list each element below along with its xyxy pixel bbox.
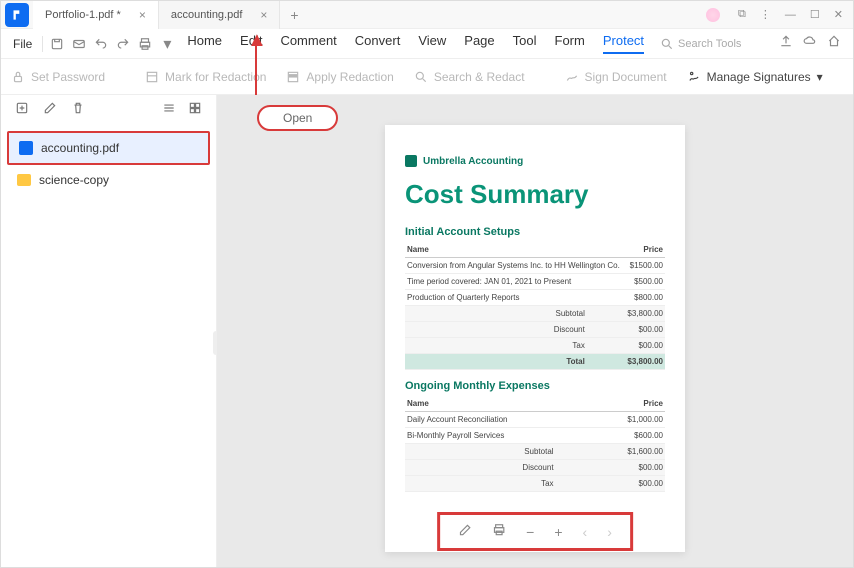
prev-page-icon[interactable]: ‹: [583, 524, 588, 540]
mark-redaction-button[interactable]: Mark for Redaction: [145, 70, 266, 84]
table-row: Tax$00.00: [405, 476, 665, 492]
pdf-file-icon: [19, 141, 33, 155]
table-row: Subtotal$1,600.00: [405, 444, 665, 460]
list-view-icon[interactable]: [162, 101, 176, 120]
dropdown-icon[interactable]: ▾: [157, 34, 177, 54]
share-icon[interactable]: ⧉: [738, 8, 746, 21]
file-menu[interactable]: File: [7, 37, 38, 51]
menu-convert[interactable]: Convert: [355, 33, 401, 54]
table-row: Bi-Monthly Payroll Services$600.00: [405, 428, 665, 444]
table-row: Total$3,800.00: [405, 354, 665, 370]
sign-document-button[interactable]: Sign Document: [565, 70, 667, 84]
menu-comment[interactable]: Comment: [280, 33, 336, 54]
more-icon[interactable]: ⋮: [760, 8, 771, 21]
table-monthly-expenses: NamePrice Daily Account Reconciliation$1…: [405, 396, 665, 492]
protect-toolbar: Set Password Mark for Redaction Apply Re…: [1, 59, 853, 95]
cloud-icon[interactable]: [803, 34, 817, 53]
folder-icon: [17, 174, 31, 186]
zoom-out-icon[interactable]: −: [526, 524, 534, 540]
content-area: Open Umbrella Accounting Cost Summary In…: [217, 95, 853, 567]
tab-label: accounting.pdf: [171, 9, 243, 21]
close-icon[interactable]: ×: [260, 8, 267, 22]
manage-signatures-button[interactable]: Manage Signatures▾: [687, 70, 823, 84]
home-icon[interactable]: [827, 34, 841, 53]
upload-icon[interactable]: [779, 34, 793, 53]
search-tools[interactable]: Search Tools: [660, 37, 741, 51]
page-controls: − + ‹ ›: [437, 512, 633, 551]
table-row: Conversion from Angular Systems Inc. to …: [405, 258, 665, 274]
sidebar-folder-science[interactable]: science-copy: [7, 165, 210, 195]
table-row: Discount$00.00: [405, 322, 665, 338]
menu-form[interactable]: Form: [555, 33, 585, 54]
delete-icon[interactable]: [71, 101, 85, 120]
apply-redaction-button[interactable]: Apply Redaction: [286, 70, 393, 84]
table-row: Discount$00.00: [405, 460, 665, 476]
menubar: File ▾ Home Edit Comment Convert View Pa…: [1, 29, 853, 59]
annotate-icon[interactable]: [458, 523, 472, 540]
doc-title: Cost Summary: [405, 179, 665, 210]
menu-view[interactable]: View: [418, 33, 446, 54]
folder-name: science-copy: [39, 173, 109, 187]
pdf-page: Umbrella Accounting Cost Summary Initial…: [385, 125, 685, 552]
menu-home[interactable]: Home: [187, 33, 222, 54]
print-icon[interactable]: [492, 523, 506, 540]
table-row: Time period covered: JAN 01, 2021 to Pre…: [405, 274, 665, 290]
table-row: Production of Quarterly Reports$800.00: [405, 290, 665, 306]
set-password-button[interactable]: Set Password: [11, 70, 105, 84]
tab-portfolio[interactable]: Portfolio-1.pdf * ×: [33, 1, 159, 29]
open-button[interactable]: Open: [257, 105, 338, 131]
file-name: accounting.pdf: [41, 141, 119, 155]
menu-tool[interactable]: Tool: [513, 33, 537, 54]
table-row: Subtotal$3,800.00: [405, 306, 665, 322]
close-icon[interactable]: ×: [139, 8, 146, 22]
grid-view-icon[interactable]: [188, 101, 202, 120]
mail-icon[interactable]: [69, 34, 89, 54]
menu-edit[interactable]: Edit: [240, 33, 262, 54]
sidebar: accounting.pdf science-copy: [1, 95, 217, 567]
save-icon[interactable]: [47, 34, 67, 54]
minimize-icon[interactable]: —: [785, 9, 796, 21]
tab-accounting[interactable]: accounting.pdf ×: [159, 1, 281, 29]
edit-icon[interactable]: [43, 101, 57, 120]
zoom-in-icon[interactable]: +: [554, 524, 562, 540]
section-heading: Initial Account Setups: [405, 226, 665, 238]
sidebar-file-accounting[interactable]: accounting.pdf: [7, 131, 210, 165]
chevron-down-icon: ▾: [817, 70, 823, 84]
new-tab-button[interactable]: +: [280, 7, 308, 23]
add-icon[interactable]: [15, 101, 29, 120]
brand-logo-icon: [405, 155, 417, 167]
section-heading: Ongoing Monthly Expenses: [405, 380, 665, 392]
app-icon: [5, 3, 29, 27]
close-window-icon[interactable]: ✕: [834, 8, 843, 21]
titlebar: Portfolio-1.pdf * × accounting.pdf × + ⧉…: [1, 1, 853, 29]
print-icon[interactable]: [135, 34, 155, 54]
table-row: Daily Account Reconciliation$1,000.00: [405, 412, 665, 428]
search-redact-button[interactable]: Search & Redact: [414, 70, 525, 84]
next-page-icon[interactable]: ›: [607, 524, 612, 540]
tab-label: Portfolio-1.pdf *: [45, 9, 121, 21]
brand-name: Umbrella Accounting: [423, 156, 523, 167]
redo-icon[interactable]: [113, 34, 133, 54]
ai-icon[interactable]: [706, 8, 720, 22]
table-initial-setups: NamePrice Conversion from Angular System…: [405, 242, 665, 370]
menu-page[interactable]: Page: [464, 33, 494, 54]
table-row: Tax$00.00: [405, 338, 665, 354]
undo-icon[interactable]: [91, 34, 111, 54]
menu-protect[interactable]: Protect: [603, 33, 644, 54]
maximize-icon[interactable]: ☐: [810, 8, 820, 21]
